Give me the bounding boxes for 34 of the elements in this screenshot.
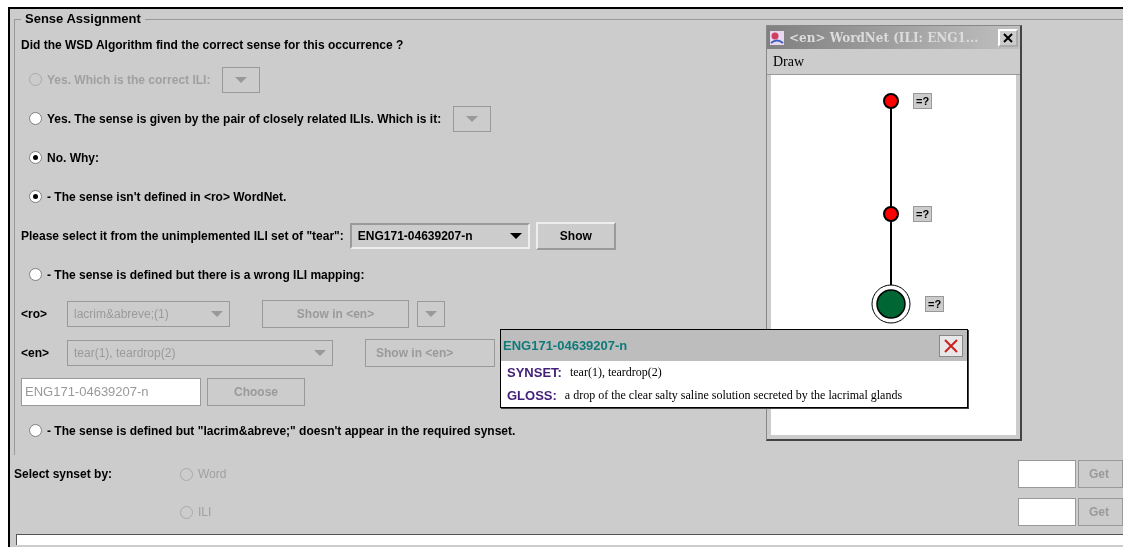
gloss-label: GLOSS:: [507, 388, 557, 403]
node-label[interactable]: =?: [913, 206, 933, 222]
not-in-synset-radio[interactable]: - The sense is defined but "lacrim&abreve;" doesn't appear in the required synset.: [29, 423, 516, 438]
close-icon: [1003, 32, 1013, 43]
question-text: Did the WSD Algorithm find the correct sense for this occurrence ?: [21, 38, 404, 52]
graph-node[interactable]: [883, 93, 899, 109]
text-area[interactable]: [16, 534, 1123, 545]
node-label[interactable]: =?: [913, 93, 933, 109]
yes-pair-radio[interactable]: Yes. The sense is given by the pair of closely related ILIs. Which is it:: [29, 111, 442, 126]
wrong-mapping-radio[interactable]: - The sense is defined but there is a wrong ILI mapping:: [29, 267, 365, 282]
node-label[interactable]: =?: [925, 296, 945, 312]
ili-set-dropdown[interactable]: ENG171-04639207-n: [349, 222, 530, 249]
graph-node[interactable]: [883, 206, 899, 222]
synset-text: tear(1), teardrop(2): [569, 365, 662, 380]
app-icon: [769, 29, 785, 46]
select-by-label: Select synset by:: [14, 467, 114, 481]
unimplemented-label: Please select it from the unimplemented ILI set of "tear":: [21, 228, 344, 243]
caret-icon: [425, 310, 437, 317]
caret-icon: [235, 76, 248, 83]
synset-label: SYNSET:: [507, 365, 562, 380]
popup-title: ENG171-04639207-n: [503, 338, 628, 353]
search-input-field[interactable]: [1018, 460, 1076, 488]
panel-title: Sense Assignment: [21, 11, 145, 26]
ro-label: <ro>: [21, 306, 48, 321]
search-input-field[interactable]: [1018, 498, 1076, 526]
caret-icon: [466, 115, 479, 122]
close-icon: [943, 337, 959, 354]
no-radio[interactable]: No. Why:: [29, 150, 99, 165]
show-button[interactable]: Show: [535, 221, 616, 250]
menu-item[interactable]: Draw: [773, 53, 805, 70]
gloss-text: a drop of the clear salty saline solution secreted by the lacrimal glands: [564, 388, 904, 403]
en-label: <en>: [21, 345, 51, 360]
not-defined-radio[interactable]: - The sense isn't defined in <ro> WordNet.: [29, 189, 287, 204]
graph-node[interactable]: [871, 284, 911, 324]
